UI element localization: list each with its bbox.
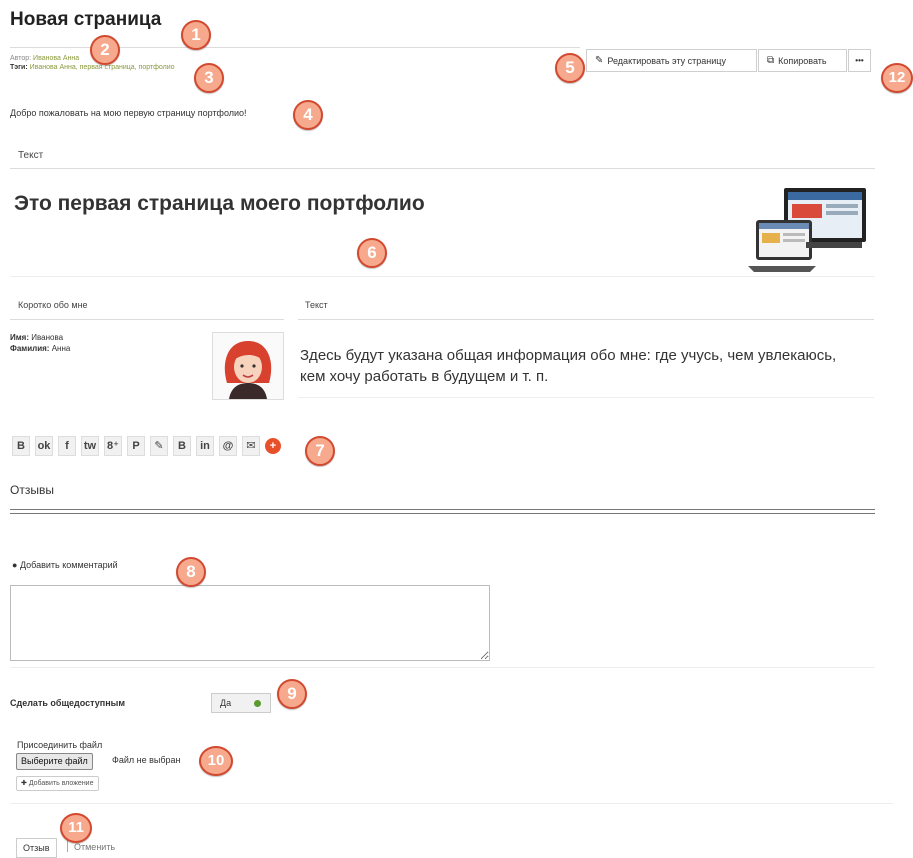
add-comment-label: Добавить комментарий — [19, 560, 118, 570]
toggle-on-indicator — [254, 700, 261, 707]
about-surname: Фамилия: Анна — [10, 344, 70, 353]
callout-7: 7 — [305, 436, 335, 466]
cancel-link[interactable]: Отменить — [74, 842, 115, 852]
public-toggle-label: Да — [220, 698, 232, 708]
callout-10: 10 — [199, 746, 233, 776]
callout-2: 2 — [90, 35, 120, 65]
text2-body: Здесь будут указана общая информация обо… — [300, 347, 837, 385]
facebook-icon[interactable]: f — [58, 436, 76, 456]
callout-12: 12 — [881, 63, 913, 93]
attach-label: Присоединить файл — [17, 740, 103, 750]
linkedin-icon[interactable]: in — [196, 436, 214, 456]
more-button[interactable]: ••• — [848, 49, 871, 72]
email-at-icon[interactable]: @ — [219, 436, 237, 456]
text-block-divider — [10, 168, 875, 169]
comment-icon: ● — [12, 560, 18, 570]
text2-title: Текст — [305, 300, 328, 310]
twitter-icon[interactable]: tw — [81, 436, 99, 456]
author-label: Автор: — [10, 55, 32, 62]
no-file-text: Файл не выбран — [112, 755, 181, 765]
name-value: Иванова — [31, 333, 64, 342]
pinterest-icon[interactable]: P — [127, 436, 145, 456]
headline: Это первая страница моего портфолио — [14, 192, 425, 215]
public-label: Сделать общедоступным — [10, 698, 125, 708]
page-title: Новая страница — [10, 9, 162, 30]
tags-line: Тэги: Иванова Анна, первая страница, пор… — [10, 64, 175, 71]
callout-6: 6 — [357, 238, 387, 268]
about-divider — [10, 319, 284, 320]
add-attachment-button[interactable]: ✚ Добавить вложение — [16, 776, 99, 791]
pencil-icon[interactable]: ✎ — [150, 436, 168, 456]
name-label: Имя: — [10, 333, 29, 342]
separator-bar — [67, 840, 68, 852]
callout-8: 8 — [176, 557, 206, 587]
comment-textarea[interactable] — [10, 585, 490, 661]
public-toggle[interactable]: Да — [211, 693, 271, 713]
callout-11: 11 — [60, 813, 92, 843]
tags-link[interactable]: Иванова Анна, первая страница, портфолио — [30, 64, 175, 71]
submit-button[interactable]: Отзыв — [16, 838, 57, 858]
odnoklassniki-icon[interactable]: ok — [35, 436, 53, 456]
choose-file-button[interactable]: Выберите файл — [16, 753, 93, 770]
headline-block-divider — [10, 276, 875, 277]
callout-9: 9 — [277, 679, 307, 709]
bold-icon[interactable]: B — [12, 436, 30, 456]
author-link[interactable]: Иванова Анна — [33, 55, 79, 62]
welcome-text: Добро пожаловать на мою первую страницу … — [10, 108, 247, 118]
callout-1: 1 — [181, 20, 211, 50]
avatar — [212, 332, 284, 400]
about-title: Коротко обо мне — [18, 300, 88, 310]
plus-icon: ✚ — [21, 780, 27, 787]
tags-label: Тэги: — [10, 64, 28, 71]
text-block-title: Текст — [18, 150, 44, 161]
copy-icon: ⧉ — [767, 55, 775, 66]
about-block-divider — [298, 397, 874, 398]
more-icon: ••• — [855, 56, 864, 65]
attach-divider — [10, 803, 893, 804]
copy-label: Копировать — [778, 55, 827, 66]
author-line: Автор: Иванова Анна — [10, 55, 79, 62]
about-name: Имя: Иванова — [10, 333, 63, 342]
feedback-title: Отзывы — [10, 483, 54, 497]
add-comment-heading: ● Добавить комментарий — [12, 560, 118, 570]
google-plus-icon[interactable]: 8⁺ — [104, 436, 122, 456]
text2-divider — [298, 319, 874, 320]
portfolio-image — [746, 186, 870, 274]
surname-label: Фамилия: — [10, 344, 50, 353]
edit-page-button[interactable]: ✎ Редактировать эту страницу — [586, 49, 757, 72]
feedback-divider — [10, 509, 875, 514]
add-attachment-label: Добавить вложение — [28, 780, 94, 787]
copy-button[interactable]: ⧉ Копировать — [758, 49, 847, 72]
mail-icon[interactable]: ✉ — [242, 436, 260, 456]
edit-page-label: Редактировать эту страницу — [607, 55, 726, 66]
blogger-icon[interactable]: B — [173, 436, 191, 456]
callout-3: 3 — [194, 63, 224, 93]
surname-value: Анна — [51, 344, 71, 353]
share-plus-icon[interactable]: + — [265, 438, 281, 454]
pencil-icon: ✎ — [595, 55, 604, 66]
callout-4: 4 — [293, 100, 323, 130]
callout-5: 5 — [555, 53, 585, 83]
comment-divider — [10, 667, 875, 668]
